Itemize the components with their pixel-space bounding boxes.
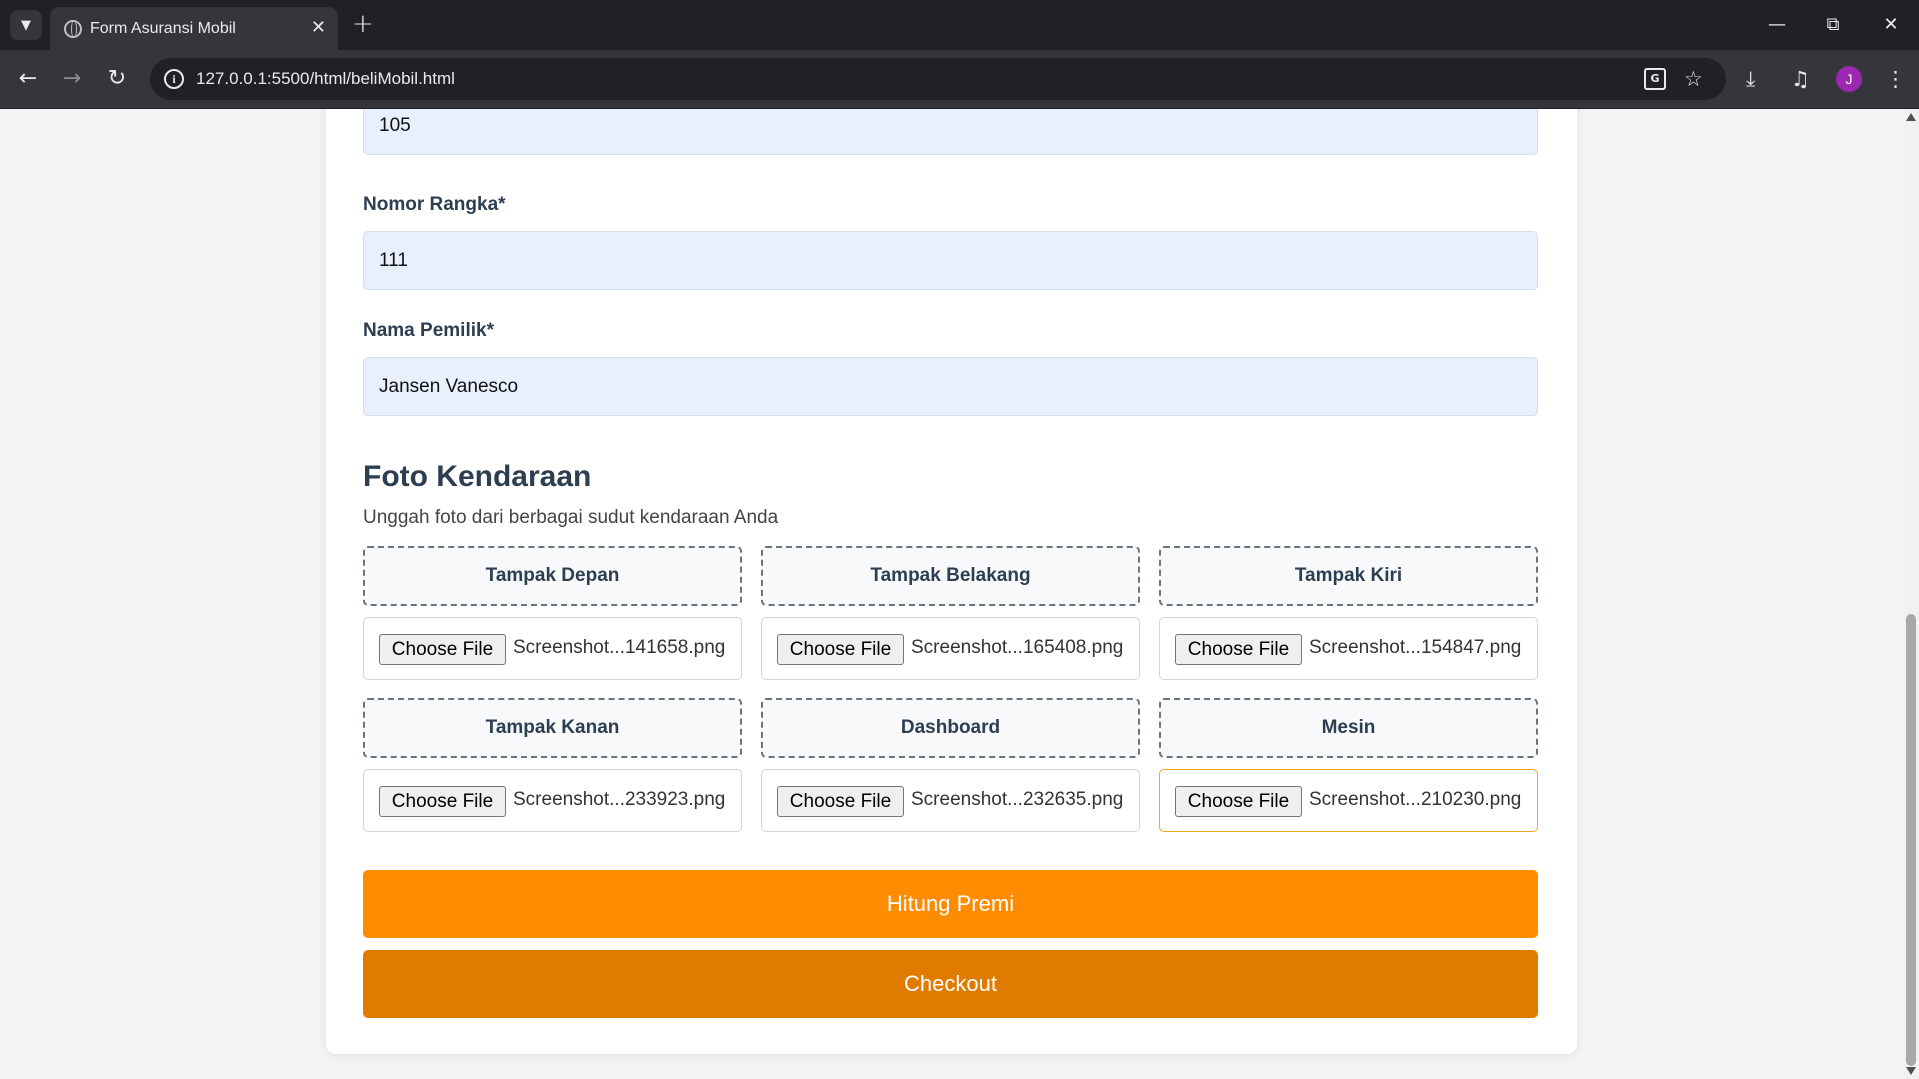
back-arrow-icon[interactable]: ← [13, 64, 43, 94]
reload-icon[interactable]: ↻ [102, 64, 132, 94]
site-info-icon[interactable]: i [164, 69, 184, 89]
star-icon[interactable]: ☆ [1684, 67, 1703, 91]
chassis-number-input[interactable]: 111 [363, 231, 1538, 290]
checkout-button[interactable]: Checkout [363, 950, 1538, 1018]
file-input-engine: Choose File Screenshot...210230.png [1159, 769, 1538, 832]
forward-arrow-icon[interactable]: → [57, 64, 87, 94]
minimize-icon[interactable]: — [1762, 10, 1792, 40]
owner-name-label: Nama Pemilik* [363, 320, 494, 341]
close-icon[interactable]: ✕ [311, 16, 326, 40]
tab-title: Form Asuransi Mobil [90, 20, 236, 37]
restore-icon[interactable]: ⧉ [1818, 10, 1848, 40]
photo-label-left: Tampak Kiri [1159, 546, 1538, 606]
section-subtitle: Unggah foto dari berbagai sudut kendaraa… [363, 507, 779, 528]
file-name: Screenshot...210230.png [1309, 789, 1522, 810]
scroll-thumb[interactable] [1906, 614, 1916, 1066]
new-tab-button[interactable]: + [352, 9, 374, 39]
file-name: Screenshot...233923.png [513, 789, 726, 810]
choose-file-button[interactable]: Choose File [379, 786, 506, 817]
browser-toolbar: ← → ↻ i 127.0.0.1:5500/html/beliMobil.ht… [0, 50, 1919, 109]
owner-name-input[interactable]: Jansen Vanesco [363, 357, 1538, 416]
kebab-menu-icon[interactable]: ⋮ [1885, 66, 1906, 92]
file-input-front: Choose File Screenshot...141658.png [363, 617, 742, 680]
address-bar[interactable]: i 127.0.0.1:5500/html/beliMobil.html G ☆ [150, 58, 1726, 100]
file-input-dashboard: Choose File Screenshot...232635.png [761, 769, 1140, 832]
scroll-down-icon[interactable] [1906, 1067, 1916, 1075]
choose-file-button[interactable]: Choose File [1175, 786, 1302, 817]
window-close-icon[interactable]: ✕ [1876, 10, 1906, 40]
chassis-number-label: Nomor Rangka* [363, 194, 506, 215]
url-text[interactable]: 127.0.0.1:5500/html/beliMobil.html [196, 69, 455, 89]
page-viewport: 105 Nomor Rangka* 111 Nama Pemilik* Jans… [0, 109, 1903, 1079]
photo-label-front: Tampak Depan [363, 546, 742, 606]
avatar[interactable]: J [1836, 66, 1862, 92]
engine-number-input[interactable]: 105 [363, 109, 1538, 155]
file-input-rear: Choose File Screenshot...165408.png [761, 617, 1140, 680]
section-title: Foto Kendaraan [363, 460, 592, 493]
photo-label-engine: Mesin [1159, 698, 1538, 758]
photo-label-dashboard: Dashboard [761, 698, 1140, 758]
file-name: Screenshot...154847.png [1309, 637, 1522, 658]
tab-search-button[interactable]: ▼ [10, 10, 42, 40]
file-input-left: Choose File Screenshot...154847.png [1159, 617, 1538, 680]
scroll-up-icon[interactable] [1906, 113, 1916, 121]
chevron-down-icon: ▼ [21, 17, 31, 33]
globe-icon [64, 20, 82, 38]
choose-file-button[interactable]: Choose File [777, 634, 904, 665]
file-name: Screenshot...141658.png [513, 637, 726, 658]
file-name: Screenshot...165408.png [911, 637, 1124, 658]
tab-bar: ▼ Form Asuransi Mobil ✕ + — ⧉ ✕ [0, 0, 1919, 50]
photo-label-right: Tampak Kanan [363, 698, 742, 758]
download-icon[interactable]: ⤓ [1746, 66, 1755, 92]
vertical-scrollbar[interactable] [1903, 109, 1919, 1079]
calculate-premium-button[interactable]: Hitung Premi [363, 870, 1538, 938]
choose-file-button[interactable]: Choose File [1175, 634, 1302, 665]
choose-file-button[interactable]: Choose File [777, 786, 904, 817]
photo-label-rear: Tampak Belakang [761, 546, 1140, 606]
media-control-icon[interactable]: ♫ [1791, 66, 1810, 92]
file-input-right: Choose File Screenshot...233923.png [363, 769, 742, 832]
browser-tab-active[interactable]: Form Asuransi Mobil ✕ [50, 7, 338, 50]
choose-file-button[interactable]: Choose File [379, 634, 506, 665]
file-name: Screenshot...232635.png [911, 789, 1124, 810]
translate-icon[interactable]: G [1644, 68, 1666, 90]
